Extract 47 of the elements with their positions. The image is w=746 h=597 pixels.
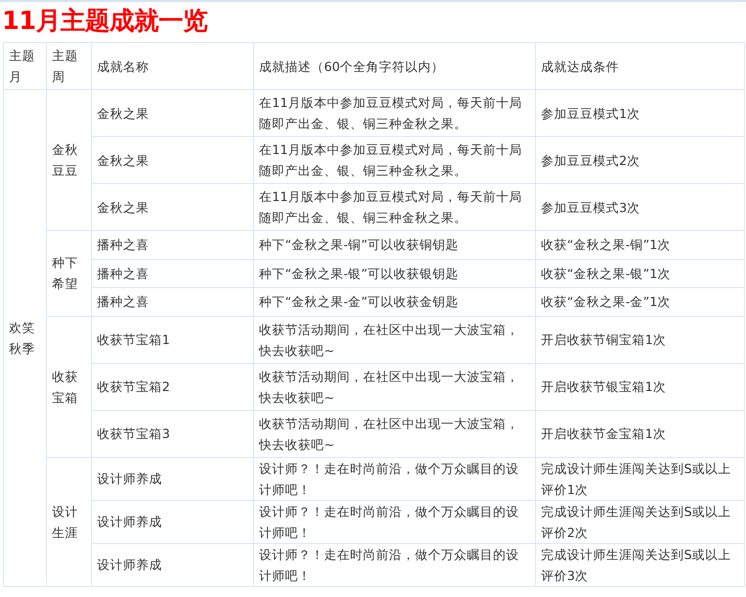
table-cell: 参加豆豆模式2次 xyxy=(536,136,744,184)
table-cell: 收获节活动期间，在社区中出现一大波宝箱，快去收获吧~ xyxy=(254,363,536,410)
table-cell: 完成设计师生涯闯关达到S或以上评价3次 xyxy=(536,543,744,586)
table-cell: 设计师？！走在时尚前沿，做个万众瞩目的设计师吧！ xyxy=(254,457,536,500)
table-cell: 收获宝箱 xyxy=(46,316,92,457)
page-title: 11月主题成就一览 xyxy=(2,5,208,37)
table-cell: 设计师养成 xyxy=(92,500,254,543)
table-cell: 种下“金秋之果-铜”可以收获铜钥匙 xyxy=(254,230,536,259)
table-cell: 金秋之果 xyxy=(92,184,254,230)
column-header: 成就名称 xyxy=(92,42,254,90)
table-cell: 收获“金秋之果-银”1次 xyxy=(536,259,744,288)
table-cell: 收获“金秋之果-金”1次 xyxy=(536,288,744,316)
table-cell: 在11月版本中参加豆豆模式对局，每天前十局随即产出金、银、铜三种金秋之果。 xyxy=(254,136,536,184)
table-cell: 播种之喜 xyxy=(92,259,254,288)
table-cell: 种下“金秋之果-银”可以收获银钥匙 xyxy=(254,259,536,288)
table-cell: 收获节宝箱3 xyxy=(92,410,254,457)
table-cell: 金秋之果 xyxy=(92,136,254,184)
table-cell: 在11月版本中参加豆豆模式对局，每天前十局随即产出金、银、铜三种金秋之果。 xyxy=(254,90,536,136)
table-cell: 开启收获节铜宝箱1次 xyxy=(536,316,744,363)
table-cell: 金秋之果 xyxy=(92,90,254,136)
table-cell: 播种之喜 xyxy=(92,230,254,259)
table-cell: 收获节活动期间，在社区中出现一大波宝箱，快去收获吧~ xyxy=(254,410,536,457)
column-header: 成就描述（60个全角字符以内） xyxy=(254,42,536,90)
table-cell: 播种之喜 xyxy=(92,288,254,316)
table-cell: 开启收获节金宝箱1次 xyxy=(536,410,744,457)
table-cell: 完成设计师生涯闯关达到S或以上评价2次 xyxy=(536,500,744,543)
table-cell: 设计师？！走在时尚前沿，做个万众瞩目的设计师吧！ xyxy=(254,543,536,586)
table-cell: 开启收获节银宝箱1次 xyxy=(536,363,744,410)
table-cell: 金秋豆豆 xyxy=(46,90,92,230)
table-cell: 收获“金秋之果-铜”1次 xyxy=(536,230,744,259)
table-cell: 设计生涯 xyxy=(46,457,92,586)
table-cell: 设计师？！走在时尚前沿，做个万众瞩目的设计师吧！ xyxy=(254,500,536,543)
table-cell: 种下“金秋之果-金”可以收获金钥匙 xyxy=(254,288,536,316)
table-cell: 在11月版本中参加豆豆模式对局，每天前十局随即产出金、银、铜三种金秋之果。 xyxy=(254,184,536,230)
column-header: 主题月 xyxy=(4,42,46,90)
column-header: 成就达成条件 xyxy=(536,42,744,90)
table-cell: 参加豆豆模式3次 xyxy=(536,184,744,230)
table-cell: 参加豆豆模式1次 xyxy=(536,90,744,136)
table-cell: 设计师养成 xyxy=(92,457,254,500)
table-cell: 设计师养成 xyxy=(92,543,254,586)
table-cell: 完成设计师生涯闯关达到S或以上评价1次 xyxy=(536,457,744,500)
table-cell: 收获节宝箱2 xyxy=(92,363,254,410)
table-cell: 收获节宝箱1 xyxy=(92,316,254,363)
column-header: 主题周 xyxy=(46,42,92,90)
table-cell: 收获节活动期间，在社区中出现一大波宝箱，快去收获吧~ xyxy=(254,316,536,363)
table-cell: 种下希望 xyxy=(46,230,92,316)
table-cell: 欢笑秋季 xyxy=(4,90,46,586)
